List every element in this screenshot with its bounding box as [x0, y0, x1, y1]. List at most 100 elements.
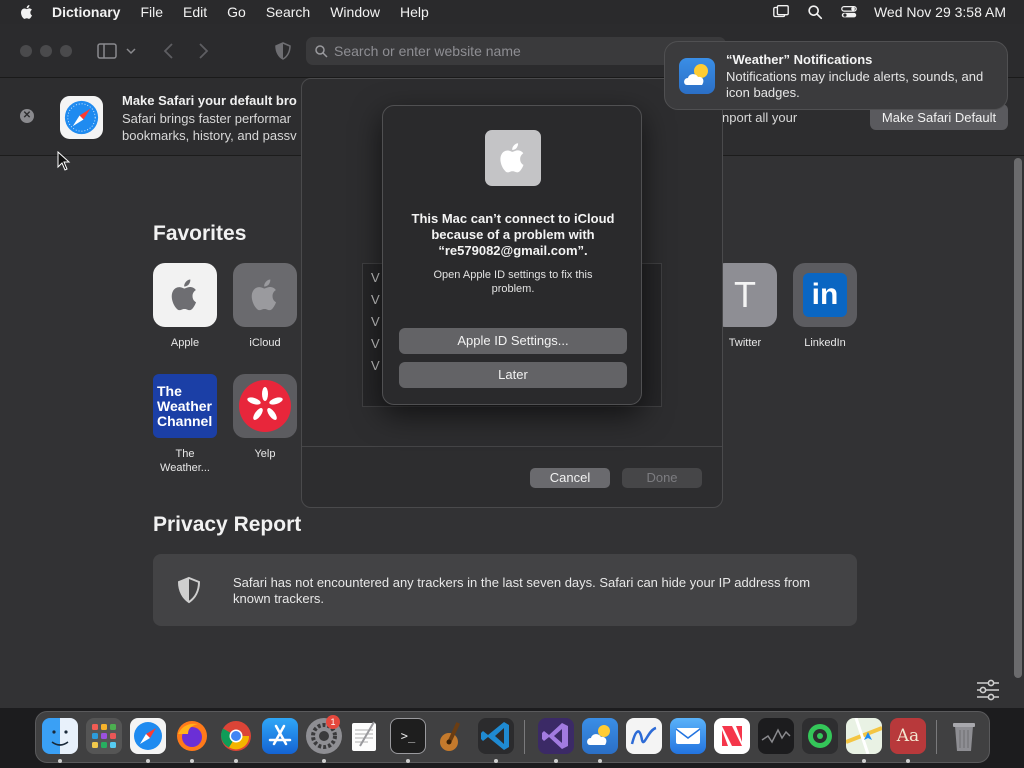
- menu-bar: Dictionary File Edit Go Search Window He…: [0, 0, 1024, 24]
- apple-id-settings-button[interactable]: Apple ID Settings...: [399, 328, 627, 354]
- list-item[interactable]: V: [371, 336, 380, 351]
- garageband-icon[interactable]: [434, 718, 470, 754]
- chrome-icon[interactable]: [218, 718, 254, 754]
- banner-description: Safari brings faster performar bookmarks…: [122, 110, 302, 144]
- privacy-shield-icon[interactable]: [272, 40, 294, 62]
- notification-body: Notifications may include alerts, sounds…: [726, 69, 984, 100]
- close-window-button[interactable]: [20, 45, 32, 57]
- mouse-pointer-icon: [57, 151, 71, 171]
- linkedin-letters: in: [803, 273, 847, 317]
- menu-file[interactable]: File: [140, 4, 163, 20]
- dock-divider: [936, 720, 937, 754]
- sidebar-toggle-icon[interactable]: [96, 40, 118, 62]
- menu-help[interactable]: Help: [400, 4, 429, 20]
- favorite-icloud[interactable]: iCloud: [233, 263, 297, 350]
- alert-message: Open Apple ID settings to fix this probl…: [433, 269, 593, 295]
- trash-icon[interactable]: [946, 718, 982, 754]
- icloud-alert-dialog: This Mac can’t connect to iCloud because…: [382, 105, 642, 405]
- visual-studio-icon[interactable]: [538, 718, 574, 754]
- privacy-report-card[interactable]: Safari has not encountered any trackers …: [153, 554, 857, 626]
- page-scrollbar[interactable]: [1014, 158, 1022, 678]
- weather-channel-logo-icon: The Weather Channel: [153, 374, 217, 438]
- favorite-label: Apple: [170, 337, 200, 349]
- favorite-linkedin[interactable]: in LinkedIn: [793, 263, 857, 350]
- terminal-prompt: >_: [400, 729, 416, 743]
- favorite-weather-channel[interactable]: The Weather Channel The Weather...: [153, 374, 217, 475]
- privacy-report-text: Safari has not encountered any trackers …: [233, 575, 811, 606]
- banner-desc-right: nport all your: [722, 110, 798, 125]
- list-item[interactable]: V: [371, 314, 380, 329]
- banner-desc-line2: bookmarks, history, and passv: [122, 128, 297, 143]
- apple-menu-icon[interactable]: [18, 3, 36, 21]
- menu-edit[interactable]: Edit: [183, 4, 207, 20]
- safari-compass-icon: [60, 96, 103, 139]
- find-my-icon[interactable]: [802, 718, 838, 754]
- textedit-icon[interactable]: [346, 718, 382, 754]
- search-icon: [315, 45, 328, 58]
- apple-logo-icon: [153, 263, 217, 327]
- menu-clock[interactable]: Wed Nov 29 3:58 AM: [874, 4, 1006, 20]
- weather-icon[interactable]: [582, 718, 618, 754]
- dock: 1 >_ Aa: [35, 711, 990, 763]
- menu-search[interactable]: Search: [266, 4, 310, 20]
- vscode-icon[interactable]: [478, 718, 514, 754]
- address-bar[interactable]: Search or enter website name: [306, 37, 726, 65]
- list-item[interactable]: V: [371, 358, 380, 373]
- back-icon[interactable]: [158, 40, 180, 62]
- dock-divider: [524, 720, 525, 754]
- weather-notification[interactable]: “Weather” Notifications Notifications ma…: [664, 41, 1008, 110]
- favorite-label: iCloud: [249, 337, 281, 349]
- menu-extras: Wed Nov 29 3:58 AM: [772, 0, 1006, 24]
- sheet-done-button[interactable]: Done: [622, 468, 702, 488]
- freeform-icon[interactable]: [626, 718, 662, 754]
- weather-app-icon: [679, 58, 715, 94]
- finder-icon[interactable]: [42, 718, 78, 754]
- launchpad-icon[interactable]: [86, 718, 122, 754]
- spotlight-search-icon[interactable]: [806, 3, 824, 21]
- sheet-divider: [302, 446, 722, 447]
- menu-app-name[interactable]: Dictionary: [52, 4, 120, 20]
- list-item[interactable]: V: [371, 292, 380, 307]
- favorite-label: The Weather...: [160, 448, 210, 474]
- yelp-logo-icon: [233, 374, 297, 438]
- menu-go[interactable]: Go: [227, 4, 246, 20]
- banner-title: Make Safari your default bro: [122, 93, 297, 108]
- menu-window[interactable]: Window: [330, 4, 380, 20]
- banner-close-button[interactable]: ✕: [20, 109, 34, 123]
- safari-icon[interactable]: [130, 718, 166, 754]
- news-icon[interactable]: [714, 718, 750, 754]
- address-placeholder: Search or enter website name: [334, 43, 521, 59]
- control-center-icon[interactable]: [840, 3, 858, 21]
- settings-update-badge: 1: [326, 715, 340, 729]
- linkedin-logo-icon: in: [793, 263, 857, 327]
- screen-mirroring-icon[interactable]: [772, 3, 790, 21]
- dictionary-icon[interactable]: Aa: [890, 718, 926, 754]
- maps-icon[interactable]: [846, 718, 882, 754]
- apple-id-icon: [485, 130, 541, 186]
- terminal-icon[interactable]: >_: [390, 718, 426, 754]
- mail-icon[interactable]: [670, 718, 706, 754]
- favorite-label: Yelp: [254, 448, 276, 460]
- forward-icon[interactable]: [192, 40, 214, 62]
- favorites-title: Favorites: [153, 222, 247, 245]
- start-page-settings-icon[interactable]: [974, 676, 1002, 704]
- privacy-report-title: Privacy Report: [153, 513, 302, 536]
- shield-icon: [177, 576, 201, 604]
- favorite-label: LinkedIn: [804, 337, 846, 349]
- weather-channel-logo-text: The Weather Channel: [157, 382, 213, 429]
- minimize-window-button[interactable]: [40, 45, 52, 57]
- chevron-down-icon[interactable]: [124, 40, 138, 62]
- notification-title: “Weather” Notifications: [726, 52, 873, 67]
- favorite-apple[interactable]: Apple: [153, 263, 217, 350]
- app-store-icon[interactable]: [262, 718, 298, 754]
- desktop: Dictionary File Edit Go Search Window He…: [0, 0, 1024, 768]
- sheet-cancel-button[interactable]: Cancel: [530, 468, 610, 488]
- later-button[interactable]: Later: [399, 362, 627, 388]
- alert-heading: This Mac can’t connect to iCloud because…: [411, 211, 615, 258]
- stocks-icon[interactable]: [758, 718, 794, 754]
- zoom-window-button[interactable]: [60, 45, 72, 57]
- list-item[interactable]: V: [371, 270, 380, 285]
- firefox-icon[interactable]: [174, 718, 210, 754]
- favorite-yelp[interactable]: Yelp: [233, 374, 297, 461]
- icloud-apple-icon: [233, 263, 297, 327]
